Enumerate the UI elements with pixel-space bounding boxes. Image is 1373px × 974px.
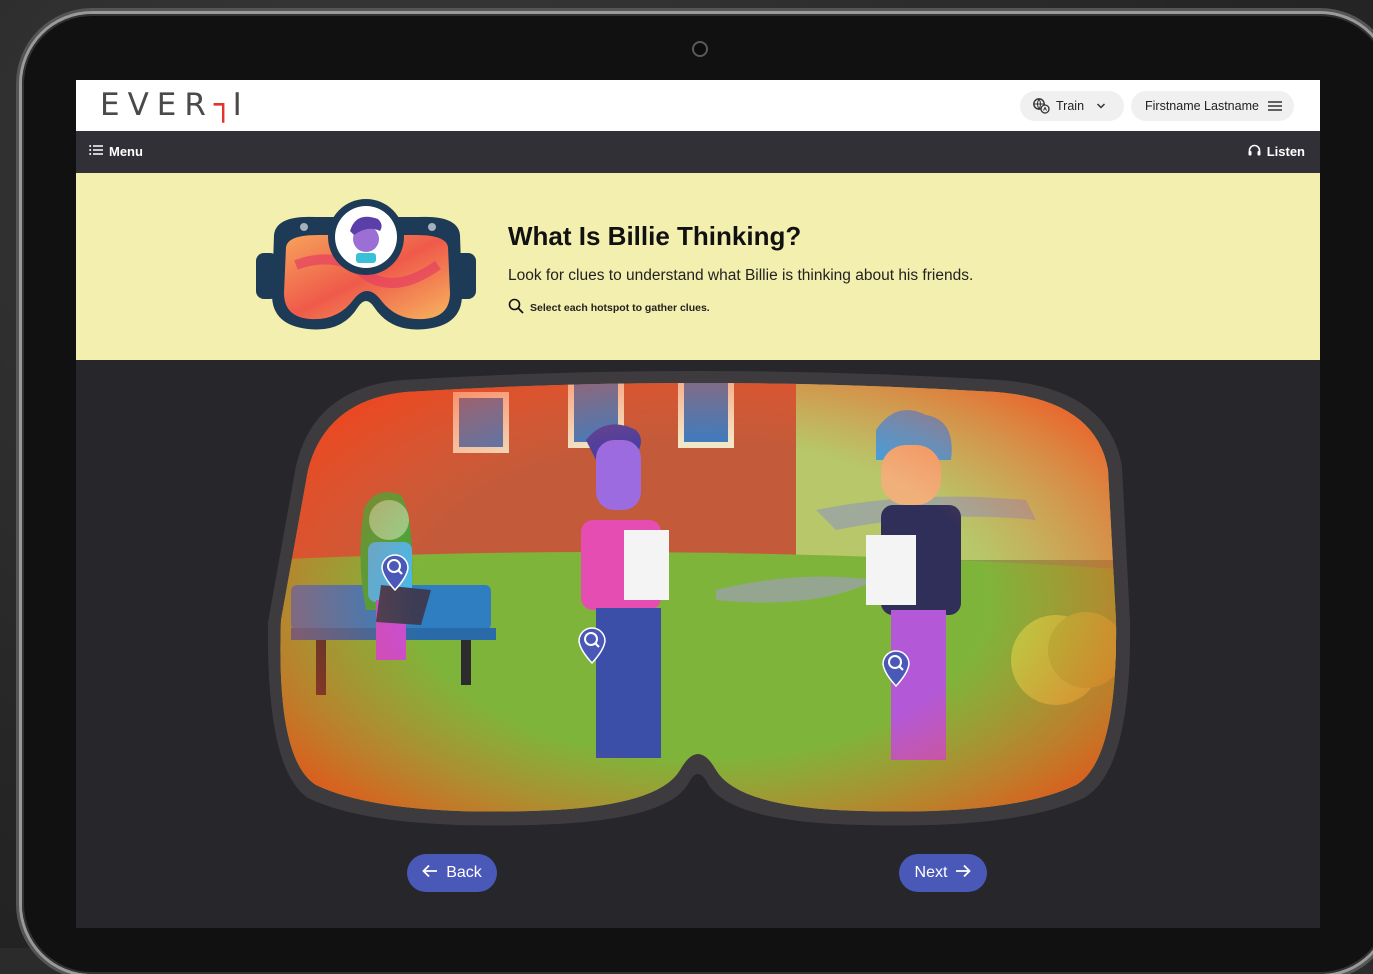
back-button[interactable]: Back (407, 854, 497, 892)
user-name: Firstname Lastname (1145, 99, 1259, 113)
app-screen: EVER┐FII Train Firstname Lastname Menu (76, 80, 1320, 928)
hint-text: Select each hotspot to gather clues. (530, 301, 710, 314)
magnifier-pin-icon (578, 627, 606, 665)
activity-hint: Select each hotspot to gather clues. (508, 298, 710, 317)
logo-text-ever: EVER (100, 87, 214, 123)
hamburger-icon (1267, 100, 1282, 112)
next-label: Next (914, 864, 948, 881)
translate-icon (1032, 98, 1050, 114)
user-menu[interactable]: Firstname Lastname (1131, 91, 1294, 121)
nav-bar: Menu Listen (76, 131, 1320, 173)
magnifier-icon (508, 298, 524, 317)
hotspot-marker[interactable] (880, 647, 912, 688)
page-title: What Is Billie Thinking? (508, 221, 802, 251)
activity-description: Look for clues to understand what Billie… (508, 267, 974, 284)
listen-label: Listen (1266, 144, 1305, 159)
arrow-right-icon (955, 864, 972, 883)
next-button[interactable]: Next (899, 854, 987, 892)
menu-label: Menu (109, 144, 143, 159)
scene-area: Back Next (76, 360, 1320, 928)
tablet-camera (694, 43, 706, 55)
language-label: Train (1056, 99, 1085, 113)
arrow-left-icon (422, 864, 438, 883)
activity-banner: What Is Billie Thinking? Look for clues … (76, 173, 1320, 360)
goggles-scene-illustration (267, 371, 1131, 826)
menu-button[interactable]: Menu (89, 144, 143, 159)
listen-button[interactable]: Listen (1248, 144, 1305, 159)
back-label: Back (446, 864, 482, 881)
magnifier-pin-icon (882, 650, 910, 688)
hotspot-marker[interactable] (379, 551, 411, 592)
chevron-down-icon (1096, 102, 1106, 110)
list-icon (89, 144, 103, 159)
logo-text-fi: ┐FII (213, 87, 250, 123)
hotspot-marker[interactable] (576, 624, 608, 665)
language-dropdown[interactable]: Train (1020, 91, 1124, 121)
headphones-icon (1248, 144, 1261, 159)
magnifier-pin-icon (381, 554, 409, 592)
everfi-logo[interactable]: EVER┐FII (100, 87, 250, 123)
goggles-illustration (256, 199, 476, 330)
top-bar: EVER┐FII Train Firstname Lastname (76, 80, 1320, 131)
